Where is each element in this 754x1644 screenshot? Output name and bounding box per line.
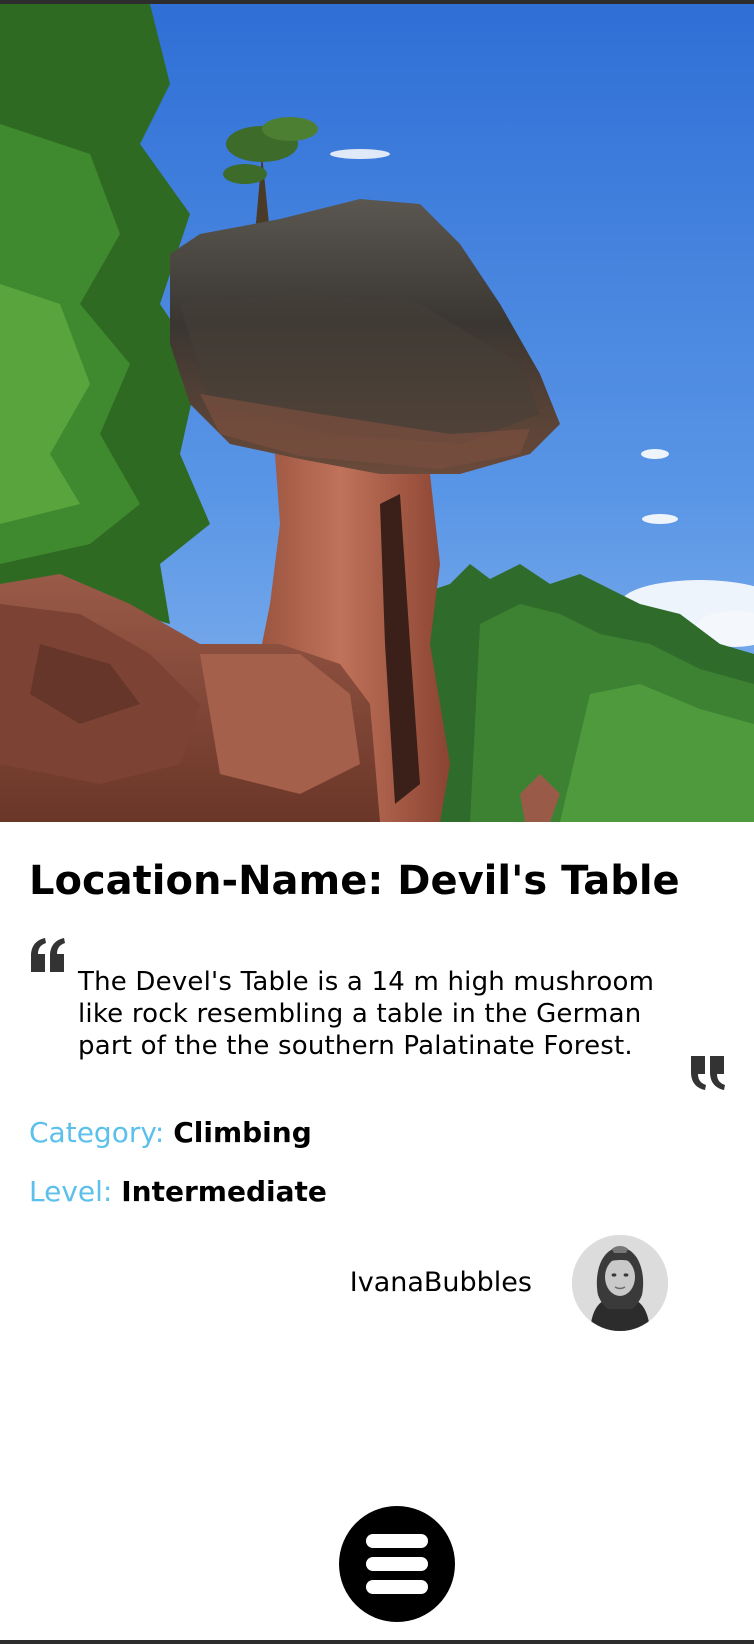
quote-open-icon — [31, 938, 65, 972]
location-description: The Devel's Table is a 14 m high mushroo… — [78, 967, 655, 1061]
menu-button[interactable] — [339, 1506, 455, 1622]
category-label: Category: — [29, 1116, 165, 1149]
level-value: Intermediate — [121, 1175, 327, 1208]
location-photo — [0, 4, 754, 822]
quote-close-icon — [691, 1056, 725, 1090]
bottom-edge — [0, 1640, 754, 1644]
level-label: Level: — [29, 1175, 113, 1208]
hamburger-menu-icon — [366, 1580, 428, 1594]
category-value: Climbing — [173, 1116, 312, 1149]
hamburger-menu-icon — [366, 1534, 428, 1548]
category-row: Category: Climbing — [29, 1116, 312, 1150]
level-row: Level: Intermediate — [29, 1175, 327, 1209]
author-avatar[interactable] — [572, 1235, 668, 1331]
author-username[interactable]: IvanaBubbles — [350, 1266, 532, 1300]
location-title: Location-Name: Devil's Table — [29, 858, 680, 904]
hamburger-menu-icon — [366, 1557, 428, 1571]
